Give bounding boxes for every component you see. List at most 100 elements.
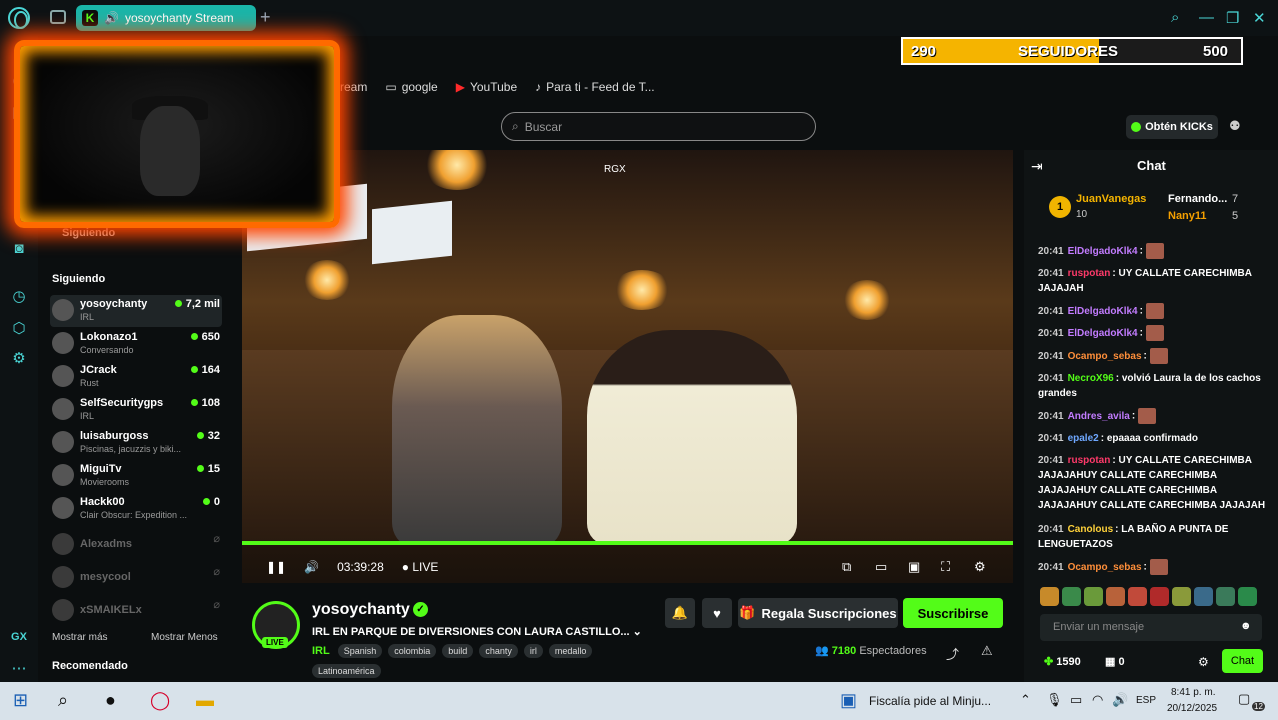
new-tab-button[interactable]: +: [260, 7, 271, 28]
streamer-name[interactable]: yosoychanty: [312, 601, 410, 619]
emote-button[interactable]: [1106, 587, 1125, 606]
fullscreen-icon[interactable]: ⛶: [941, 559, 950, 575]
file-explorer-icon[interactable]: ▬: [196, 690, 214, 711]
close-button[interactable]: ✕: [1253, 9, 1266, 27]
settings-icon[interactable]: ⚙: [10, 350, 28, 368]
sidebar-channel[interactable]: mesycool ⌀: [50, 562, 222, 594]
chat-message[interactable]: 20:41 Andres_avila:: [1038, 408, 1266, 424]
emote-button[interactable]: [1062, 587, 1081, 606]
get-kicks-button[interactable]: Obtén KICKs: [1126, 115, 1218, 139]
chat-input[interactable]: Enviar un mensaje: [1040, 614, 1262, 641]
pause-button[interactable]: ❚❚: [266, 560, 286, 574]
message-username[interactable]: ElDelgadoKlk4: [1068, 306, 1138, 317]
chat-message[interactable]: 20:41 NecroX96: volvió Laura la de los ca…: [1038, 371, 1266, 401]
subscribe-button[interactable]: Suscribirse: [903, 598, 1003, 628]
chat-send-button[interactable]: Chat: [1222, 649, 1263, 673]
sidebar-channel[interactable]: luisaburgoss Piscinas, jacuzzis y biki..…: [50, 427, 222, 459]
emote-button[interactable]: [1172, 587, 1191, 606]
share-icon[interactable]: ⤴: [946, 644, 959, 663]
gift-subs-button[interactable]: 🎁 Regala Suscripciones: [738, 598, 898, 628]
clock-time[interactable]: 8:41 p. m.: [1171, 687, 1215, 698]
chat-message[interactable]: 20:41 Ocampo_sebas:: [1038, 559, 1266, 575]
message-username[interactable]: Ocampo_sebas: [1068, 351, 1142, 362]
theater-icon[interactable]: ▭: [875, 559, 887, 575]
clock-date[interactable]: 20/12/2025: [1167, 703, 1217, 714]
chat-message[interactable]: 20:41 ElDelgadoKlk4:: [1038, 325, 1266, 341]
chat-message[interactable]: 20:41 ruspotan: UY CALLATE CARECHIMBA JAJ…: [1038, 453, 1266, 513]
news-icon[interactable]: ▣: [840, 690, 857, 711]
settings-icon[interactable]: ⚙: [974, 559, 986, 575]
notifications-button[interactable]: 🔔: [665, 598, 695, 628]
stream-tag[interactable]: Latinoamérica: [312, 664, 381, 678]
emote-button[interactable]: [1238, 587, 1257, 606]
browser-tab[interactable]: K 🔊 yosoychanty Stream: [76, 5, 256, 31]
microphone-icon[interactable]: 🎙: [1046, 692, 1063, 708]
news-headline[interactable]: Fiscalía pide al Minju...: [869, 694, 991, 708]
leader-name[interactable]: Fernando...: [1168, 193, 1227, 205]
kicks-balance[interactable]: ✤ 1590: [1044, 655, 1081, 668]
chat-message[interactable]: 20:41 epale2: epaaaa confirmado: [1038, 431, 1266, 446]
bookmark-item[interactable]: ream: [340, 80, 367, 94]
message-username[interactable]: Ocampo_sebas: [1068, 562, 1142, 573]
video-progress-bar[interactable]: [242, 541, 1013, 545]
sidebar-channel[interactable]: Hackk00 Clair Obscur: Expedition ... 0: [50, 493, 222, 525]
search-icon[interactable]: ⌕: [1171, 9, 1179, 26]
tray-app-icon[interactable]: ▭: [1070, 692, 1082, 708]
report-icon[interactable]: ⚠: [981, 643, 993, 659]
user-menu-icon[interactable]: ⚉: [1229, 118, 1241, 134]
chat-message[interactable]: 20:41 Ocampo_sebas:: [1038, 348, 1266, 364]
sidebar-channel[interactable]: JCrack Rust 164: [50, 361, 222, 393]
stream-tag[interactable]: irl: [523, 644, 543, 658]
emote-button[interactable]: [1040, 587, 1059, 606]
chat-message[interactable]: 20:41 ruspotan: UY CALLATE CARECHIMBA JAJ…: [1038, 266, 1266, 296]
extensions-icon[interactable]: ⬡: [10, 320, 28, 338]
following-collapsed-label[interactable]: Siguiendo: [62, 227, 115, 239]
emoji-icon[interactable]: ☻: [1240, 620, 1252, 632]
message-username[interactable]: epale2: [1068, 433, 1099, 444]
emote-button[interactable]: [1150, 587, 1169, 606]
sidebar-channel[interactable]: Alexadms ⌀: [50, 529, 222, 561]
chat-settings-icon[interactable]: ⚙: [1198, 655, 1209, 669]
message-username[interactable]: NecroX96: [1068, 373, 1114, 384]
video-player[interactable]: RGX ❚❚ 🔊 03:39:28 ● LIVE ⧉ ▭ ▣ ⛶ ⚙: [242, 150, 1013, 583]
category-link[interactable]: IRL: [312, 645, 330, 657]
pip-icon[interactable]: ▣: [908, 559, 920, 575]
sidebar-channel[interactable]: yosoychanty IRL 7,2 mil: [50, 295, 222, 327]
stream-tag[interactable]: build: [442, 644, 474, 658]
gx-corner-label[interactable]: GX: [10, 628, 28, 646]
history-icon[interactable]: ◷: [10, 288, 28, 306]
message-username[interactable]: ruspotan: [1068, 268, 1111, 279]
volume-button[interactable]: 🔊: [304, 560, 319, 574]
wifi-icon[interactable]: ◠: [1092, 692, 1103, 708]
search-icon[interactable]: ⌕: [58, 690, 68, 711]
message-username[interactable]: ElDelgadoKlk4: [1068, 246, 1138, 257]
minimize-button[interactable]: —: [1199, 9, 1214, 26]
emote-button[interactable]: [1128, 587, 1147, 606]
tab-overview-icon[interactable]: [50, 10, 66, 24]
leader-name[interactable]: Nany11: [1168, 210, 1207, 222]
chevron-down-icon[interactable]: ⌄: [633, 626, 642, 638]
message-username[interactable]: ruspotan: [1068, 455, 1111, 466]
stream-tag[interactable]: chanty: [479, 644, 518, 658]
emote-button[interactable]: [1216, 587, 1235, 606]
emote-button[interactable]: [1084, 587, 1103, 606]
chat-message[interactable]: 20:41 ElDelgadoKlk4:: [1038, 303, 1266, 319]
discord-icon[interactable]: ◙: [10, 240, 28, 258]
follow-button[interactable]: ♥: [702, 598, 732, 628]
stream-tag[interactable]: colombia: [388, 644, 437, 658]
bookmark-item[interactable]: ▶ YouTube: [456, 80, 517, 94]
volume-icon[interactable]: 🔊: [1112, 692, 1128, 708]
sidebar-channel[interactable]: xSMAIKELx ⌀: [50, 595, 222, 627]
show-more-button[interactable]: Mostrar más: [52, 632, 108, 643]
stream-tag[interactable]: medallo: [548, 644, 593, 658]
opera-gx-logo-icon[interactable]: [8, 7, 30, 29]
emote-button[interactable]: [1194, 587, 1213, 606]
search-input[interactable]: ⌕ Buscar: [501, 112, 816, 141]
chat-message[interactable]: 20:41 Canolous: LA BAÑO A PUNTA DE LENGUE…: [1038, 522, 1266, 552]
message-username[interactable]: Canolous: [1068, 524, 1114, 535]
opera-gx-app-icon[interactable]: ◯: [150, 690, 170, 711]
obs-app-icon[interactable]: ●: [105, 690, 116, 711]
notification-center-icon[interactable]: ▢: [1238, 691, 1250, 707]
gifts-balance[interactable]: ▦ 0: [1105, 655, 1125, 668]
tray-chevron-icon[interactable]: ⌃: [1020, 692, 1031, 708]
